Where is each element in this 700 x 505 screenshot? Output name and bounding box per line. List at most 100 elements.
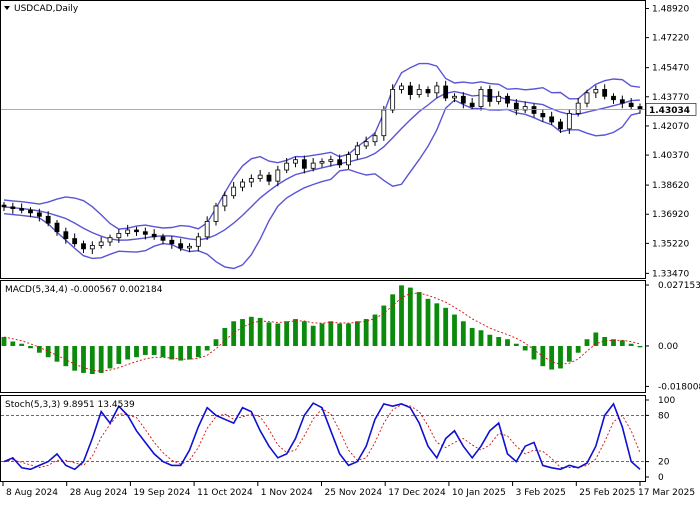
macd-bar — [142, 345, 148, 355]
macd-bar — [354, 321, 360, 346]
candle-body — [222, 195, 228, 207]
date-tick-label: 25 Nov 2024 — [325, 488, 383, 498]
macd-bar — [460, 321, 466, 346]
candle-body — [346, 154, 351, 166]
candle-body — [372, 135, 378, 143]
macd-bar — [372, 314, 378, 346]
candle-body — [284, 162, 290, 171]
macd-bar — [549, 345, 555, 370]
macd-bar — [248, 316, 254, 346]
price-tick-label: 1.47220 — [652, 34, 689, 44]
candle-body — [593, 89, 599, 94]
candle-body — [337, 159, 343, 166]
candle-body — [266, 174, 272, 182]
date-tick-label: 1 Nov 2024 — [261, 488, 313, 498]
chart-canvas[interactable]: 1.48920 1.47220 1.45470 1.43770 1.42070 1.403… — [0, 0, 700, 500]
macd-bar — [487, 334, 493, 346]
stoch-tick-label: 80 — [658, 411, 670, 421]
candle-body — [540, 113, 546, 118]
macd-bar — [310, 325, 316, 346]
candle-body — [107, 237, 113, 243]
candle-body — [460, 95, 466, 104]
candle-body — [81, 243, 86, 250]
candle-body — [381, 109, 387, 137]
candle-body — [301, 159, 307, 169]
candle-body — [134, 229, 139, 233]
date-tick-label: 19 Sep 2024 — [133, 488, 190, 498]
candle-body — [248, 178, 254, 183]
candle-body — [611, 95, 616, 101]
macd-bar — [416, 292, 422, 346]
macd-bar — [434, 303, 440, 346]
macd-bar — [328, 321, 334, 346]
candle-body — [354, 145, 360, 155]
macd-bar — [231, 321, 237, 346]
macd-bar — [284, 321, 290, 346]
macd-bar — [575, 345, 581, 353]
price-tick-label: 1.48920 — [652, 5, 689, 15]
candle-body — [390, 89, 396, 111]
date-tick-label: 17 Dec 2024 — [388, 488, 446, 498]
candle-body — [575, 102, 581, 114]
macd-bar — [213, 339, 219, 346]
candle-body — [45, 215, 51, 224]
date-tick-label: 8 Aug 2024 — [6, 488, 58, 498]
price-tick-label: 1.35220 — [652, 239, 689, 249]
candle-body — [1, 204, 7, 208]
candle-body — [487, 89, 493, 102]
macd-bar — [399, 285, 404, 346]
candle-body — [425, 89, 431, 94]
candle-body — [160, 236, 166, 241]
candle-body — [584, 92, 590, 104]
symbol-label[interactable]: USDCAD,Daily — [14, 4, 79, 14]
candle-body — [54, 222, 60, 233]
macd-bar — [363, 319, 369, 346]
macd-bar — [443, 307, 449, 346]
stoch-tick-label: 20 — [658, 458, 670, 468]
candle-body — [151, 233, 157, 238]
candle-body — [602, 89, 608, 97]
candle-body — [310, 162, 316, 169]
candle-body — [213, 205, 219, 222]
current-price-label: 1.43034 — [649, 106, 690, 116]
macd-tick-label: 0.00 — [658, 342, 678, 352]
macd-bar — [407, 287, 413, 346]
candle-body — [399, 85, 404, 90]
candle-body — [443, 85, 449, 99]
candle-body — [98, 241, 104, 246]
date-tick-label: 17 Mar 2025 — [638, 488, 695, 498]
price-tick-label: 1.45470 — [652, 64, 689, 74]
candle-body — [319, 161, 325, 164]
macd-bar — [134, 345, 139, 358]
candle-body — [505, 95, 510, 104]
macd-bar — [195, 345, 201, 358]
candle-body — [566, 113, 572, 130]
chart-background — [0, 0, 700, 500]
candle-body — [558, 121, 563, 130]
candle-body — [178, 243, 184, 249]
candle-body — [328, 159, 334, 162]
candle-body — [293, 159, 298, 164]
candle-body — [72, 238, 78, 245]
macd-bar — [10, 341, 16, 346]
stoch-tick-label: 100 — [658, 396, 675, 406]
candle-body — [452, 95, 457, 99]
date-tick-label: 28 Aug 2024 — [70, 488, 128, 498]
macd-bar — [522, 345, 528, 351]
stoch-tick-label: 0 — [658, 473, 664, 483]
macd-bar — [319, 323, 325, 346]
candle-body — [240, 181, 245, 188]
macd-bar — [531, 345, 537, 360]
macd-bar — [151, 345, 157, 355]
macd-bar — [496, 337, 502, 346]
trading-chart[interactable]: 1.48920 1.47220 1.45470 1.43770 1.42070 1.403… — [0, 0, 700, 500]
macd-bar — [337, 323, 343, 346]
macd-bar — [160, 345, 166, 358]
date-tick-label: 10 Jan 2025 — [452, 488, 506, 498]
macd-bar — [222, 328, 228, 346]
macd-bar — [628, 343, 634, 346]
candle-body — [142, 231, 148, 235]
candle-body — [195, 236, 201, 247]
candle-body — [63, 231, 69, 239]
macd-bar — [558, 345, 563, 369]
